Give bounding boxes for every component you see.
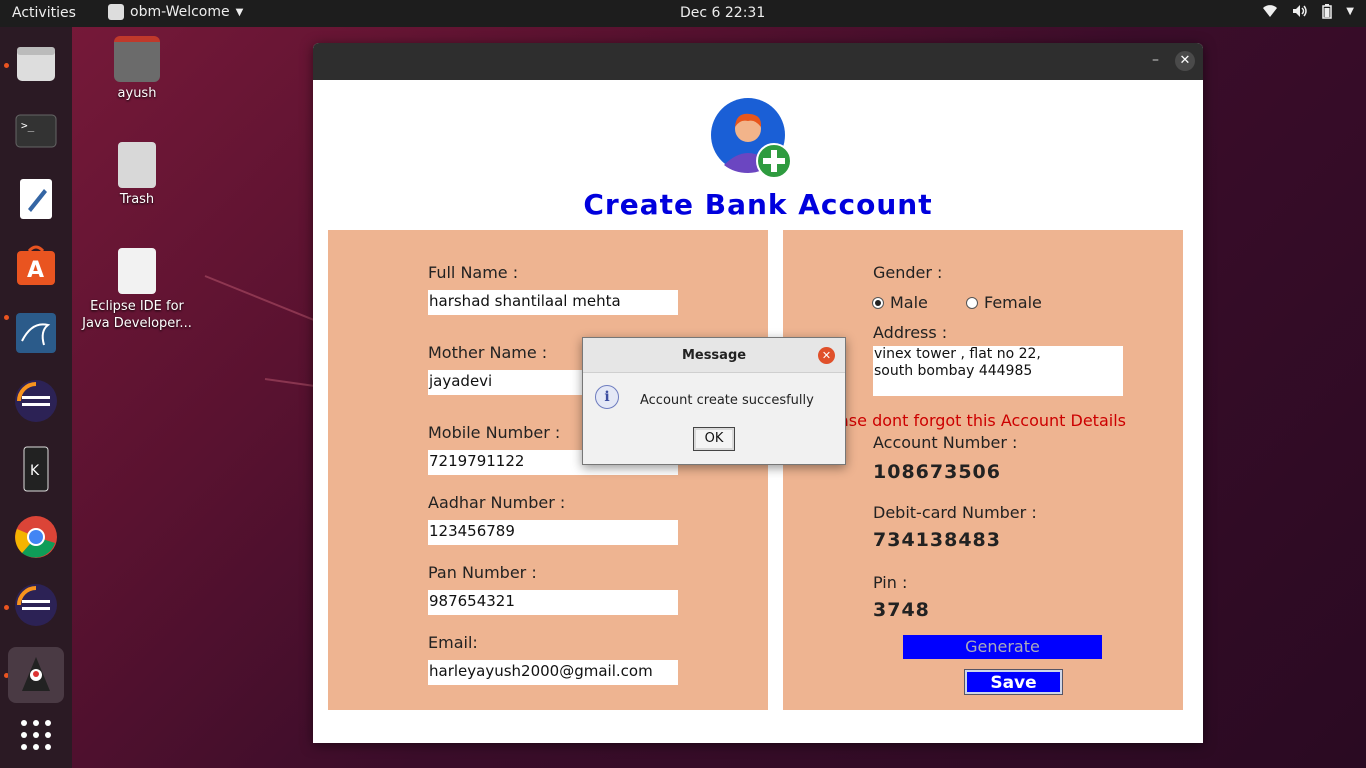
gear-icon: [118, 248, 156, 294]
eclipse-icon[interactable]: [12, 377, 60, 425]
app-menu[interactable]: obm-Welcome ▼: [108, 4, 243, 20]
java-app-icon: [108, 4, 124, 20]
trash-icon: [118, 142, 156, 188]
aadhar-number-field[interactable]: 123456789: [428, 520, 678, 545]
mother-name-label: Mother Name :: [428, 343, 548, 362]
wifi-icon: [1262, 4, 1278, 23]
address-line: south bombay 444985: [874, 363, 1033, 379]
mobile-number-label: Mobile Number :: [428, 423, 561, 442]
info-icon: i: [595, 385, 619, 409]
gender-female-label: Female: [984, 293, 1042, 312]
address-label: Address :: [873, 323, 948, 342]
kde-connect-icon[interactable]: K: [12, 445, 60, 493]
gender-label: Gender :: [873, 263, 943, 282]
save-button[interactable]: Save: [964, 669, 1063, 695]
page-title: Create Bank Account: [583, 188, 933, 221]
message-dialog: Message ✕ i Account create succesfully O…: [582, 337, 846, 465]
running-indicator: [4, 605, 9, 610]
gender-female-radio[interactable]: Female: [966, 293, 1042, 312]
running-indicator: [4, 315, 9, 320]
system-tray[interactable]: ▼: [1262, 4, 1354, 23]
mysql-workbench-icon[interactable]: [12, 309, 60, 357]
address-line: vinex tower , flat no 22,: [874, 346, 1041, 362]
gender-male-radio[interactable]: Male: [872, 293, 928, 312]
text-editor-icon[interactable]: [12, 175, 60, 223]
svg-text:K: K: [30, 463, 40, 479]
pin-label: Pin :: [873, 573, 908, 592]
debit-card-value: 734138483: [873, 529, 1001, 551]
chevron-down-icon: ▼: [235, 6, 244, 18]
add-user-avatar-icon: [710, 97, 794, 181]
minimize-button[interactable]: –: [1152, 52, 1159, 68]
personal-details-panel: Full Name : harshad shantilaal mehta Mot…: [328, 230, 768, 710]
account-details-panel: Gender : Male Female Address : vinex tow…: [783, 230, 1183, 710]
desktop-icon-label: Trash: [119, 192, 155, 207]
pan-number-field[interactable]: 987654321: [428, 590, 678, 615]
app-menu-label: obm-Welcome: [130, 4, 230, 20]
show-apps-icon[interactable]: [12, 711, 60, 759]
svg-text:A: A: [27, 258, 44, 283]
gender-male-label: Male: [890, 293, 928, 312]
battery-icon: [1322, 4, 1333, 23]
clock[interactable]: Dec 6 22:31: [680, 5, 765, 21]
address-textarea[interactable]: vinex tower , flat no 22, south bombay 4…: [873, 346, 1123, 396]
desktop-trash[interactable]: Trash: [77, 142, 197, 207]
terminal-icon[interactable]: >_: [12, 107, 60, 155]
dialog-titlebar[interactable]: Message ✕: [583, 338, 845, 373]
java-app-icon[interactable]: [8, 647, 64, 703]
desktop-icon-label: Eclipse IDE for Java Developer...: [82, 299, 192, 331]
wallpaper-line: [204, 275, 317, 322]
dialog-title: Message: [681, 348, 747, 363]
account-number-value: 108673506: [873, 461, 1001, 483]
ok-button[interactable]: OK: [693, 427, 735, 451]
volume-icon: [1292, 4, 1308, 23]
chrome-icon[interactable]: [12, 513, 60, 561]
running-indicator: [4, 63, 9, 68]
debit-card-label: Debit-card Number :: [873, 503, 1037, 522]
full-name-field[interactable]: harshad shantilaal mehta: [428, 290, 678, 315]
desktop-home-folder[interactable]: ayush: [77, 36, 197, 101]
dialog-message: Account create succesfully: [640, 393, 814, 408]
software-center-icon[interactable]: A: [12, 241, 60, 289]
pin-value: 3748: [873, 599, 930, 621]
pan-number-label: Pan Number :: [428, 563, 537, 582]
files-icon[interactable]: [12, 39, 60, 87]
top-bar: Activities obm-Welcome ▼ Dec 6 22:31 ▼: [0, 0, 1366, 27]
dock: >_ A K: [0, 27, 72, 768]
desktop-icon-label: ayush: [117, 86, 157, 101]
radio-selected-icon: [872, 296, 884, 309]
desktop-eclipse-launcher[interactable]: Eclipse IDE for Java Developer...: [77, 248, 197, 332]
home-folder-icon: [114, 36, 160, 82]
full-name-label: Full Name :: [428, 263, 519, 282]
email-field[interactable]: harleyayush2000@gmail.com: [428, 660, 678, 685]
svg-text:>_: >_: [21, 119, 35, 132]
email-label: Email:: [428, 633, 478, 652]
activities-button[interactable]: Activities: [12, 5, 76, 21]
chevron-down-icon: ▼: [1346, 6, 1354, 17]
radio-unselected-icon: [966, 296, 978, 309]
eclipse-2-icon[interactable]: [12, 581, 60, 629]
aadhar-number-label: Aadhar Number :: [428, 493, 566, 512]
account-number-label: Account Number :: [873, 433, 1018, 452]
window-close-button[interactable]: ✕: [1175, 51, 1195, 71]
generate-button[interactable]: Generate: [903, 635, 1102, 659]
window-titlebar[interactable]: – ✕: [313, 43, 1203, 80]
dialog-close-button[interactable]: ✕: [818, 347, 835, 364]
warning-message: ase dont forgot this Account Details: [839, 411, 1126, 430]
